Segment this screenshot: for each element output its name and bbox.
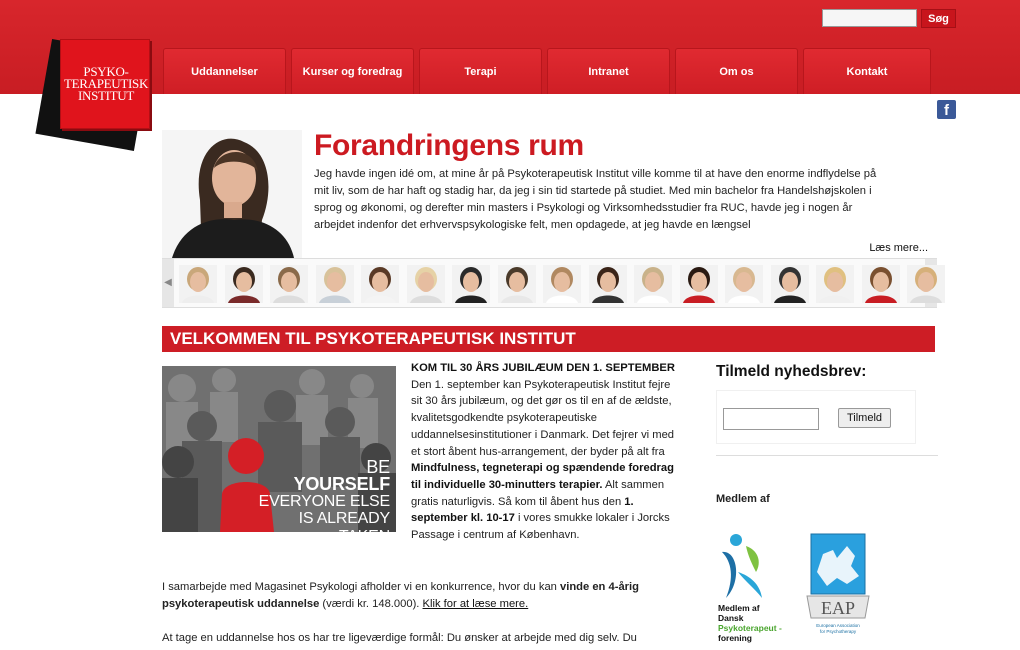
svg-text:European Association: European Association [816,623,860,628]
carousel-portrait[interactable] [816,265,854,303]
carousel-portrait[interactable] [270,265,308,303]
carousel-portrait[interactable] [543,265,581,303]
facebook-icon[interactable]: f [937,100,956,119]
hero-title: Forandringens rum [314,129,584,162]
nav-kontakt[interactable]: Kontakt [803,48,931,94]
carousel-portrait[interactable] [406,265,445,303]
carousel-portrait[interactable] [179,265,217,303]
carousel-portrait[interactable] [770,265,809,303]
dp-logo-text: Medlem af Dansk Psykoterapeut - forening [718,603,782,643]
article-heading: KOM TIL 30 ÅRS JUBILÆUM DEN 1. SEPTEMBER [411,362,675,374]
main-nav: Uddannelser Kurser og foredrag Terapi In… [163,48,931,94]
eap-logo[interactable]: EAP European Association for Psychothera… [803,532,873,640]
carousel-portrait[interactable] [452,265,490,303]
carousel-portrait[interactable] [861,265,900,303]
newsletter-email-input[interactable] [723,408,819,430]
newsletter-form: Tilmeld [716,390,916,444]
carousel-portrait[interactable] [361,265,399,303]
welcome-heading: VELKOMMEN TIL PSYKOTERAPEUTISK INSTITUT [162,326,935,352]
member-title: Medlem af [716,493,770,505]
promo-image[interactable]: BE YOURSELF EVERYONE ELSE IS ALREADY TAK… [162,366,396,532]
svg-text:for Psychotherapy: for Psychotherapy [820,629,857,634]
hero-section: Forandringens rum Jeg havde ingen idé om… [162,124,937,258]
nav-uddannelser[interactable]: Uddannelser [163,48,286,94]
intro-paragraph: At tage en uddannelse hos os har tre lig… [162,632,637,644]
nav-terapi[interactable]: Terapi [419,48,542,94]
jubilee-article: KOM TIL 30 ÅRS JUBILÆUM DEN 1. SEPTEMBER… [411,360,681,544]
carousel-prev-icon[interactable]: ◀ [162,259,174,307]
dansk-psykoterapeutforening-logo[interactable]: Medlem af Dansk Psykoterapeut - forening [716,532,788,644]
sidebar-divider [716,455,938,456]
carousel-portrait[interactable] [634,265,672,303]
nav-intranet[interactable]: Intranet [547,48,670,94]
carousel-portrait[interactable] [224,265,263,303]
carousel-portrait[interactable] [679,265,718,303]
carousel-portrait[interactable] [907,265,945,303]
newsletter-title: Tilmeld nyhedsbrev: [716,363,867,380]
hero-text: Jeg havde ingen idé om, at mine år på Ps… [314,168,877,231]
carousel-portrait[interactable] [588,265,627,303]
carousel-portrait[interactable] [315,265,354,303]
svg-text:EAP: EAP [821,598,855,618]
carousel-portrait[interactable] [725,265,763,303]
contest-link[interactable]: Klik for at læse mere. [423,598,529,610]
portrait-photo [162,130,302,258]
logo-text: PSYKO- TERAPEUTISK INSTITUT [63,64,149,103]
search-input[interactable] [822,9,917,27]
carousel-portrait[interactable] [497,265,536,303]
search-button[interactable]: Søg [921,9,956,28]
contest-paragraph: I samarbejde med Magasinet Psykologi afh… [162,581,639,610]
nav-om-os[interactable]: Om os [675,48,798,94]
read-more-link[interactable]: Læs mere... [869,242,928,254]
nav-kurser-og-foredrag[interactable]: Kurser og foredrag [291,48,414,94]
site-logo[interactable]: PSYKO- TERAPEUTISK INSTITUT [60,39,150,129]
subscribe-button[interactable]: Tilmeld [838,408,891,428]
portrait-carousel: ◀ ▶ [162,258,945,308]
